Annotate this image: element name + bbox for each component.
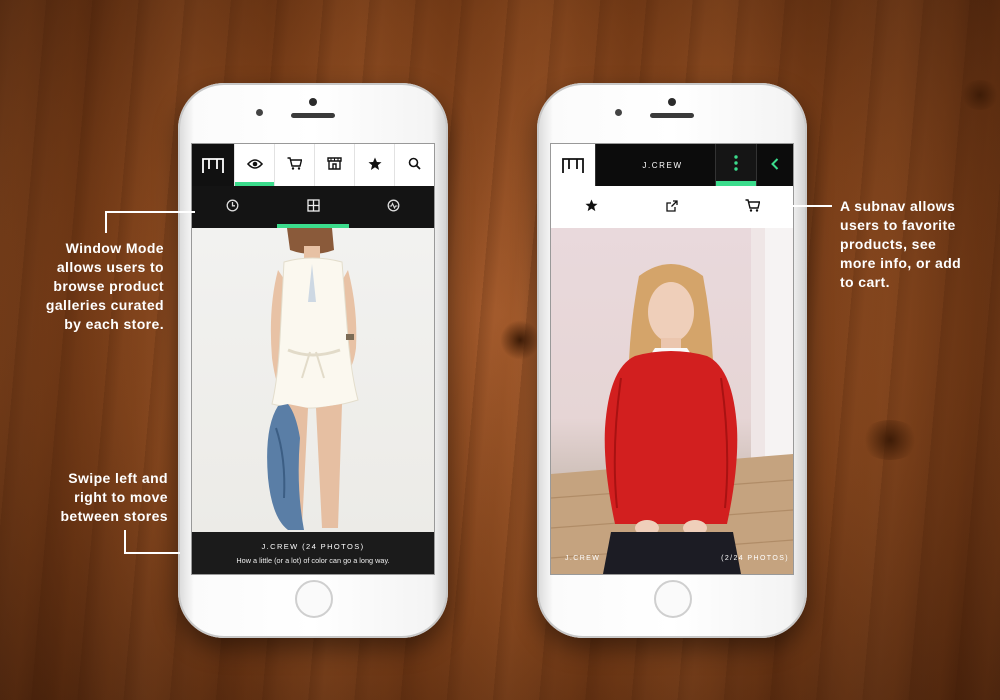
annotation-line: right to move [74,489,168,505]
annotation-line: users to favorite [840,217,956,233]
sub-nav [192,186,434,228]
earpiece-speaker [291,113,335,118]
annotation-line: products, see [840,236,937,252]
more-options-button[interactable] [715,144,756,186]
front-camera [668,98,676,106]
search-icon [408,157,421,173]
annotation-line: Swipe left and [68,470,168,486]
annotation-line: allows users to [56,259,164,275]
annotation-line: galleries curated [45,297,164,313]
window-mode-annotation: Window Mode allows users to browse produ… [22,239,164,334]
subnav-connector [792,205,832,207]
activity-icon [387,199,400,215]
wood-knot [860,420,920,460]
store-title: J.CREW [642,160,683,170]
annotation-line: to cart. [840,274,890,290]
grid-window-icon [306,199,320,215]
top-nav [192,144,434,186]
window-mode-connector-vertical [105,211,107,233]
sub-nav-activity[interactable] [353,186,434,228]
annotation-line: A subnav allows [840,198,956,214]
vertical-dots-icon [734,154,738,176]
right-phone: J.CREW J.CREW (2/24 PHOTOS) [537,83,807,638]
annotation-line: between stores [60,508,168,524]
caption-photo-count: (24 PHOTOS) [302,542,365,551]
storefront-logo-icon[interactable] [192,144,234,186]
favorite-button[interactable] [551,186,632,228]
cart-icon [745,199,761,215]
add-to-cart-button[interactable] [712,186,793,228]
annotation-line: Window Mode [65,240,164,256]
back-button[interactable] [756,144,793,186]
annotation-line: browse product [53,278,164,294]
left-screen: J.CREW (24 PHOTOS) How a little (or a lo… [191,143,435,575]
nav-search[interactable] [394,144,434,186]
clock-icon [226,199,239,215]
home-button[interactable] [654,580,692,618]
star-icon [368,157,382,174]
storefront-logo-icon[interactable] [551,144,596,186]
swipe-annotation: Swipe left and right to move between sto… [28,469,168,526]
caption-title: J.CREW (24 PHOTOS) [192,542,434,551]
nav-stores[interactable] [314,144,354,186]
front-camera [309,98,317,106]
model-white-dress-illustration [267,226,359,530]
wood-knot [500,320,540,360]
product-gallery-photo[interactable] [192,226,434,532]
swipe-connector-horizontal [124,552,180,554]
home-button[interactable] [295,580,333,618]
right-screen: J.CREW J.CREW (2/24 PHOTOS) [550,143,794,575]
front-sensor [615,109,622,116]
caption-description: How a little (or a lot) of color can go … [236,556,390,565]
gallery-caption-bar: J.CREW (24 PHOTOS) How a little (or a lo… [192,532,434,574]
product-photo[interactable]: J.CREW (2/24 PHOTOS) [551,228,793,574]
caption-store: J.CREW [261,542,299,551]
wood-knot [960,80,1000,110]
star-icon [585,199,598,215]
more-info-button[interactable] [632,186,713,228]
earpiece-speaker [650,113,694,118]
cart-icon [287,157,303,173]
store-top-nav: J.CREW [551,144,793,186]
photo-store-label: J.CREW [565,555,601,562]
annotation-line: by each store. [64,316,164,332]
left-phone: J.CREW (24 PHOTOS) How a little (or a lo… [178,83,448,638]
eye-icon [246,157,263,173]
product-sub-nav [551,186,793,229]
swipe-connector-vertical [124,530,126,554]
chevron-left-icon [771,157,779,174]
annotation-line: more info, or add [840,255,962,271]
window-mode-connector-horizontal [105,211,195,213]
sub-nav-recent[interactable] [192,186,273,228]
front-sensor [256,109,263,116]
nav-cart[interactable] [274,144,314,186]
nav-favorites[interactable] [354,144,394,186]
photo-counter: (2/24 PHOTOS) [721,555,789,562]
external-link-icon [666,199,678,215]
nav-window-mode[interactable] [234,144,274,186]
store-icon [327,157,342,173]
model-red-sweater-illustration [551,228,793,574]
sub-nav-window[interactable] [273,186,354,228]
subnav-annotation: A subnav allows users to favorite produc… [840,197,990,292]
